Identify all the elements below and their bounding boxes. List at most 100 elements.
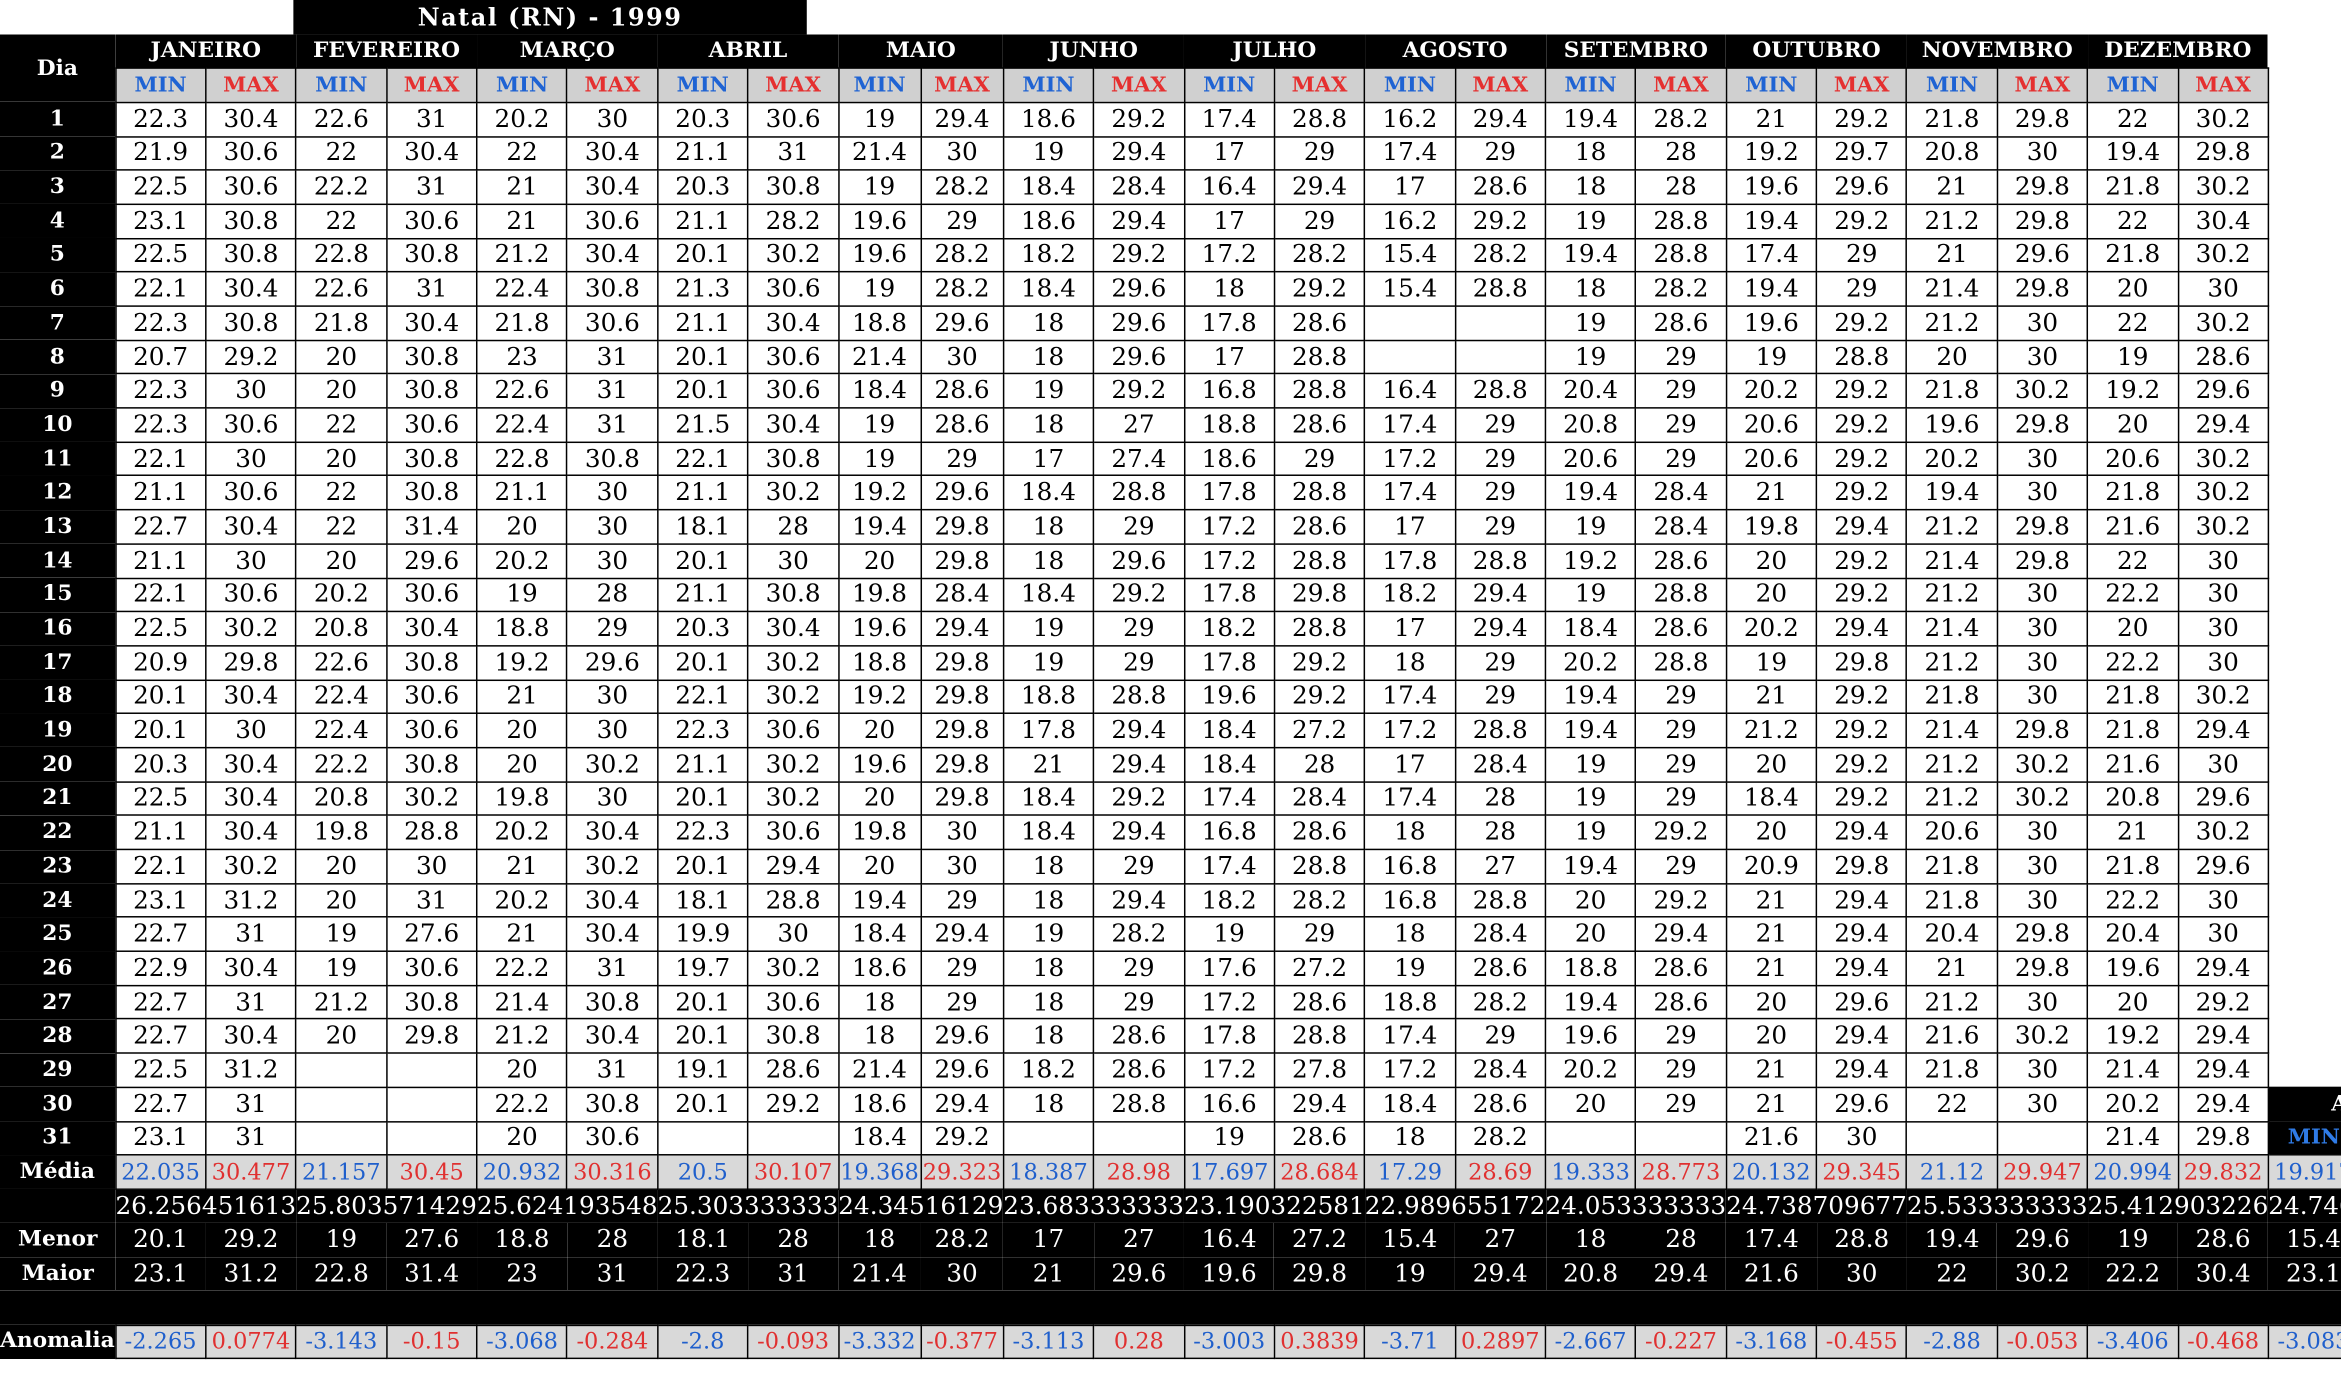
temperature-cell: 28.4 xyxy=(1092,169,1185,205)
temperature-cell: 29.8 xyxy=(920,746,1005,783)
menor-value: 28 xyxy=(747,1222,839,1257)
temperature-cell: 27 xyxy=(1092,407,1185,443)
temperature-cell: 30.8 xyxy=(385,237,478,273)
temperature-cell: 22.2 xyxy=(476,950,568,987)
temperature-cell: 18.4 xyxy=(1002,577,1095,613)
temperature-cell: 19.2 xyxy=(1544,543,1637,579)
temperature-cell: 20 xyxy=(1725,746,1818,783)
temperature-cell: 31 xyxy=(747,135,840,171)
temperature-cell: 31 xyxy=(385,101,478,138)
maior-value: 20.8 xyxy=(1545,1256,1636,1291)
temperature-cell: 30.4 xyxy=(747,407,840,443)
temperature-cell: 19.6 xyxy=(837,746,922,783)
temperature-cell: 20 xyxy=(295,1018,388,1054)
temperature-cell: 21.2 xyxy=(1906,780,1998,817)
day-label: 14 xyxy=(0,543,116,578)
temperature-cell: 20 xyxy=(476,746,568,783)
temperature-cell: 28.8 xyxy=(1273,373,1366,409)
temperature-cell: 29.2 xyxy=(1273,644,1366,681)
temperature-cell: 29.4 xyxy=(1815,1018,1908,1054)
maior-value: 23.1 xyxy=(2268,1256,2341,1291)
blank-cell xyxy=(2268,985,2341,1019)
temperature-cell: 28.6 xyxy=(920,407,1005,443)
temperature-cell: 19.6 xyxy=(1544,1018,1637,1054)
media-value: 19.368 xyxy=(837,1154,922,1190)
temperature-cell: 22.7 xyxy=(114,1086,207,1122)
temperature-cell: 20.1 xyxy=(656,1086,749,1122)
temperature-cell: 22 xyxy=(1906,1086,1998,1122)
menor-label: Menor xyxy=(0,1222,116,1257)
temperature-cell xyxy=(385,1120,478,1156)
temperature-cell: 21 xyxy=(1725,882,1818,919)
table-row: 10 22.3 30.6 22 30.6 22.4 31 21.5 30.4 19 28.6 18 27… xyxy=(0,407,2341,443)
media-value: 19.333 xyxy=(1544,1154,1637,1190)
temperature-cell: 20 xyxy=(1725,577,1818,613)
temperature-cell: 22.8 xyxy=(295,237,388,273)
temperature-cell: 29.4 xyxy=(2177,407,2270,443)
temperature-cell: 19 xyxy=(837,441,922,477)
temperature-cell: 29.6 xyxy=(1815,169,1908,205)
media-value: 30.316 xyxy=(566,1154,659,1190)
maior-value: 30 xyxy=(920,1256,1004,1291)
temperature-cell xyxy=(1454,305,1547,341)
media-value: 18.387 xyxy=(1002,1154,1095,1190)
media-geral-value: 23.190322581 xyxy=(1184,1189,1365,1223)
temperature-cell: 27.2 xyxy=(1273,950,1366,987)
temperature-cell: 18 xyxy=(1363,916,1456,953)
temperature-cell: 30.8 xyxy=(385,441,478,477)
temperature-cell: 30.6 xyxy=(205,475,297,511)
temperature-cell: 18.1 xyxy=(656,882,749,919)
temperature-cell: 21.1 xyxy=(114,814,207,851)
day-label: 6 xyxy=(0,272,116,307)
temperature-cell: 20.9 xyxy=(114,644,207,681)
menor-row: Menor 20.1 29.2 19 27.6 18.8 28 18.1 28 18 28.2 17 2… xyxy=(0,1222,2341,1257)
temperature-cell: 29.8 xyxy=(920,644,1005,681)
temperature-cell: 20.4 xyxy=(1906,916,1998,953)
temperature-cell: 28.6 xyxy=(1454,1086,1547,1122)
blank-cell xyxy=(2268,238,2341,272)
menor-value: 28 xyxy=(567,1222,658,1257)
temperature-cell: 20.8 xyxy=(2086,780,2179,817)
temperature-cell: 18.4 xyxy=(1183,746,1276,783)
temperature-cell: 28.2 xyxy=(1273,882,1366,919)
temperature-cell: 18 xyxy=(1002,984,1095,1020)
temperature-cell: 19.4 xyxy=(1725,203,1818,239)
temperature-cell: 31 xyxy=(566,339,659,375)
temperature-cell: 22.3 xyxy=(114,101,207,138)
temperature-cell: 30.6 xyxy=(566,1120,659,1156)
temperature-cell: 28.6 xyxy=(1635,950,1727,987)
temperature-cell: 21.4 xyxy=(476,984,568,1020)
menor-value: 27 xyxy=(1455,1222,1546,1257)
temperature-cell: 30.6 xyxy=(747,984,840,1020)
media-geral-value: 25.624193548 xyxy=(476,1189,658,1223)
temperature-cell: 31 xyxy=(385,271,478,307)
temperature-cell: 20.6 xyxy=(1544,441,1637,477)
temperature-cell: 17.4 xyxy=(1183,101,1276,138)
temperature-cell: 30.6 xyxy=(747,271,840,307)
temperature-cell: 20.1 xyxy=(656,984,749,1020)
temperature-cell: 29.4 xyxy=(1454,610,1547,647)
temperature-cell: 20.8 xyxy=(295,780,388,817)
temperature-cell: 20 xyxy=(837,848,922,885)
temperature-cell: 17.4 xyxy=(1363,1018,1456,1054)
temperature-cell: 18.2 xyxy=(1183,882,1276,919)
media-value: 30.107 xyxy=(747,1154,840,1190)
table-row: 31 23.1 31 20 30.6 18.4 29.2 19 28.6 18 28.2 21.6 30… xyxy=(0,1120,2341,1156)
min-header: MIN xyxy=(1725,67,1818,104)
temperature-cell: 19.6 xyxy=(2086,950,2179,987)
temperature-cell: 22 xyxy=(295,509,388,545)
temperature-cell: 30 xyxy=(205,712,297,749)
temperature-cell xyxy=(295,1086,388,1122)
temperature-cell: 28.6 xyxy=(2177,339,2270,375)
temperature-cell: 29.2 xyxy=(1273,678,1366,715)
temperature-cell: 30 xyxy=(1996,1052,2089,1088)
temperature-cell: 30 xyxy=(566,101,659,138)
temperature-cell: 18.4 xyxy=(1002,271,1095,307)
temperature-cell: 29.2 xyxy=(1815,101,1908,138)
temperature-cell: 20.2 xyxy=(1544,644,1637,681)
table-row: 29 22.5 31.2 20 31 19.1 28.6 21.4 29.6 18.2 28.6 17… xyxy=(0,1052,2341,1088)
temperature-cell: 28.8 xyxy=(1635,644,1727,681)
temperature-cell: 28.4 xyxy=(1454,916,1547,953)
temperature-cell: 19 xyxy=(476,577,568,613)
temperature-cell: 20.2 xyxy=(295,577,388,613)
